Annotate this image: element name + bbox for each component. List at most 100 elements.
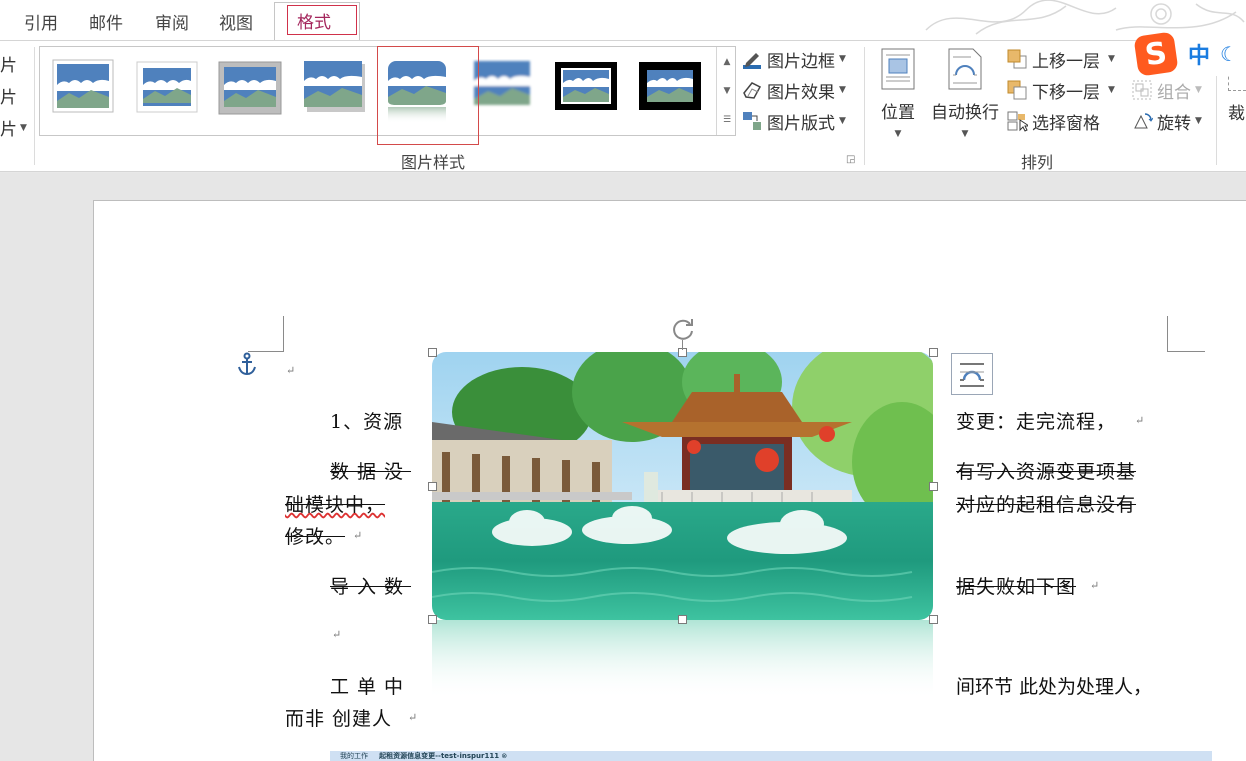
picture-layout-button[interactable]: 图片版式 ▼ [741,108,846,134]
resize-handle-bottom[interactable] [678,615,687,624]
group-separator [864,47,865,165]
picture-border-icon [743,53,761,69]
rotate-icon [1134,113,1153,129]
picture-border-button[interactable]: 图片边框 ▼ [741,46,846,72]
arrange-group-label: 排列 [1021,153,1054,172]
left-stub-3[interactable]: 片 [0,115,17,140]
selection-pane-button[interactable]: 选择窗格 [1006,108,1100,134]
send-backward-button[interactable]: 下移一层 ▼ [1006,77,1115,103]
style-thumb-7[interactable] [554,61,618,111]
style-thumb-2[interactable] [136,61,198,113]
dialog-launcher-icon[interactable]: ◲ [846,154,855,165]
wrap-text-icon [948,48,982,90]
paragraph-mark: ↵ [1135,414,1146,427]
gallery-scroll-down-button[interactable]: ▼ [717,76,737,105]
group-separator [34,47,35,165]
doc-line-5-left[interactable]: 导入数 [330,572,411,599]
style-thumb-3[interactable] [218,61,282,115]
margin-corner-mark [283,316,284,352]
send-backward-label: 下移一层 [1032,82,1100,103]
gallery-scroll-up-button[interactable]: ▲ [717,47,737,76]
chevron-down-icon: ▼ [839,85,846,95]
style-thumb-4[interactable] [302,59,368,115]
doc-line-5-right[interactable]: 据失败如下图 [956,572,1076,599]
resize-handle-bottom-left[interactable] [428,615,437,624]
word-window: 引用 邮件 审阅 视图 格式 片 片 片 ▼ ▲ ▼ ☰ 图片边框 ▼ 图片效果… [0,0,1246,761]
left-stub-1[interactable]: 片 [0,51,17,76]
doc-line-7-left[interactable]: 而非 创建人 [285,704,392,731]
rotate-button[interactable]: 旋转 ▼ [1131,108,1202,134]
paragraph-mark: ↵ [332,628,343,641]
chevron-down-icon: ▼ [1195,85,1202,95]
left-stub-2[interactable]: 片 [0,83,17,108]
doc-line-2-left[interactable]: 数据没 [330,457,411,484]
layout-options-icon [960,363,984,387]
tab-format-label: 格式 [297,13,331,33]
gallery-more-button[interactable]: ☰ [717,105,737,134]
resize-handle-top-right[interactable] [929,348,938,357]
selection-pane-icon [1007,111,1028,132]
wrap-text-button[interactable]: 自动换行 ▼ [928,47,1002,139]
selected-style-outline [377,46,479,145]
ime-language-toggle[interactable]: 中 [1188,38,1210,70]
style-thumb-6[interactable] [470,59,534,111]
picture-layout-label: 图片版式 [767,113,835,134]
picture-effects-button[interactable]: 图片效果 ▼ [741,77,846,103]
reflection-image [432,620,933,700]
rotate-label: 旋转 [1157,113,1191,134]
ribbon-tab-bar: 引用 邮件 审阅 视图 格式 [0,0,1246,41]
ime-toolbar[interactable]: S 中 ☾ [1133,31,1246,77]
close-icon: ⊗ [501,752,508,760]
embedded-screenshot-strip: 我的工作 起租资源信息变更--test-inspur111 ⊗ [330,751,1212,761]
rotate-handle-stem [682,340,683,350]
chevron-down-icon: ▼ [839,54,846,64]
picture-layout-icon [743,112,761,130]
ime-logo[interactable]: S [1133,31,1179,77]
moon-icon[interactable]: ☾ [1220,42,1238,66]
crop-button-stub[interactable]: 裁 [1228,99,1245,124]
doc-line-6-left[interactable]: 工单中 [330,672,411,699]
position-label: 位置 [881,103,915,123]
doc-line-1-right[interactable]: 变更：走完流程， [956,407,1116,434]
style-thumb-1[interactable] [52,59,114,113]
layout-options-button[interactable] [951,353,993,395]
tab-review[interactable]: 审阅 [155,9,189,34]
selection-pane-label: 选择窗格 [1032,113,1100,134]
resize-handle-left[interactable] [428,482,437,491]
bring-forward-button[interactable]: 上移一层 ▼ [1006,46,1115,72]
resize-handle-bottom-right[interactable] [929,615,938,624]
chevron-down-icon: ▼ [961,129,969,139]
embedded-tab-resource: 起租资源信息变更--test-inspur111 [379,752,500,760]
inserted-picture[interactable] [432,352,933,620]
style-thumb-8[interactable] [638,61,702,111]
picture-reflection [432,620,933,700]
tab-mailings[interactable]: 邮件 [89,9,123,34]
position-button[interactable]: 位置 ▼ [878,47,918,139]
doc-line-4-left[interactable]: 修改。 [285,522,345,549]
bring-forward-label: 上移一层 [1032,51,1100,72]
doc-line-6-right[interactable]: 间环节 此处为处理人， [956,672,1152,699]
ribbon-decoration [925,0,1245,35]
paragraph-mark: ↵ [286,364,297,377]
picture-border-label: 图片边框 [767,51,835,72]
anchor-icon[interactable] [236,352,258,376]
paragraph-mark: ↵ [1090,579,1101,592]
group-objects-button[interactable]: 组合 ▼ [1131,77,1202,103]
position-icon [881,48,915,90]
chevron-down-icon: ▼ [1195,116,1202,126]
send-backward-icon [1007,80,1027,100]
doc-line-2-right[interactable]: 有写入资源变更项基 [956,457,1136,484]
resize-handle-right[interactable] [929,482,938,491]
tab-references[interactable]: 引用 [24,9,58,34]
doc-line-1-left[interactable]: 1、资源 [330,407,403,434]
rotate-handle-icon[interactable] [670,316,696,342]
doc-line-3-left[interactable]: 础模块中， [285,490,385,517]
wrap-text-label: 自动换行 [931,103,999,123]
tab-view[interactable]: 视图 [219,9,253,34]
resize-handle-top-left[interactable] [428,348,437,357]
picture-effects-label: 图片效果 [767,82,835,103]
chevron-down-icon: ▼ [1108,54,1115,64]
margin-corner-mark [1167,351,1205,352]
doc-line-3-right[interactable]: 对应的起租信息没有 [956,490,1136,517]
paragraph-mark: ↵ [408,711,419,724]
